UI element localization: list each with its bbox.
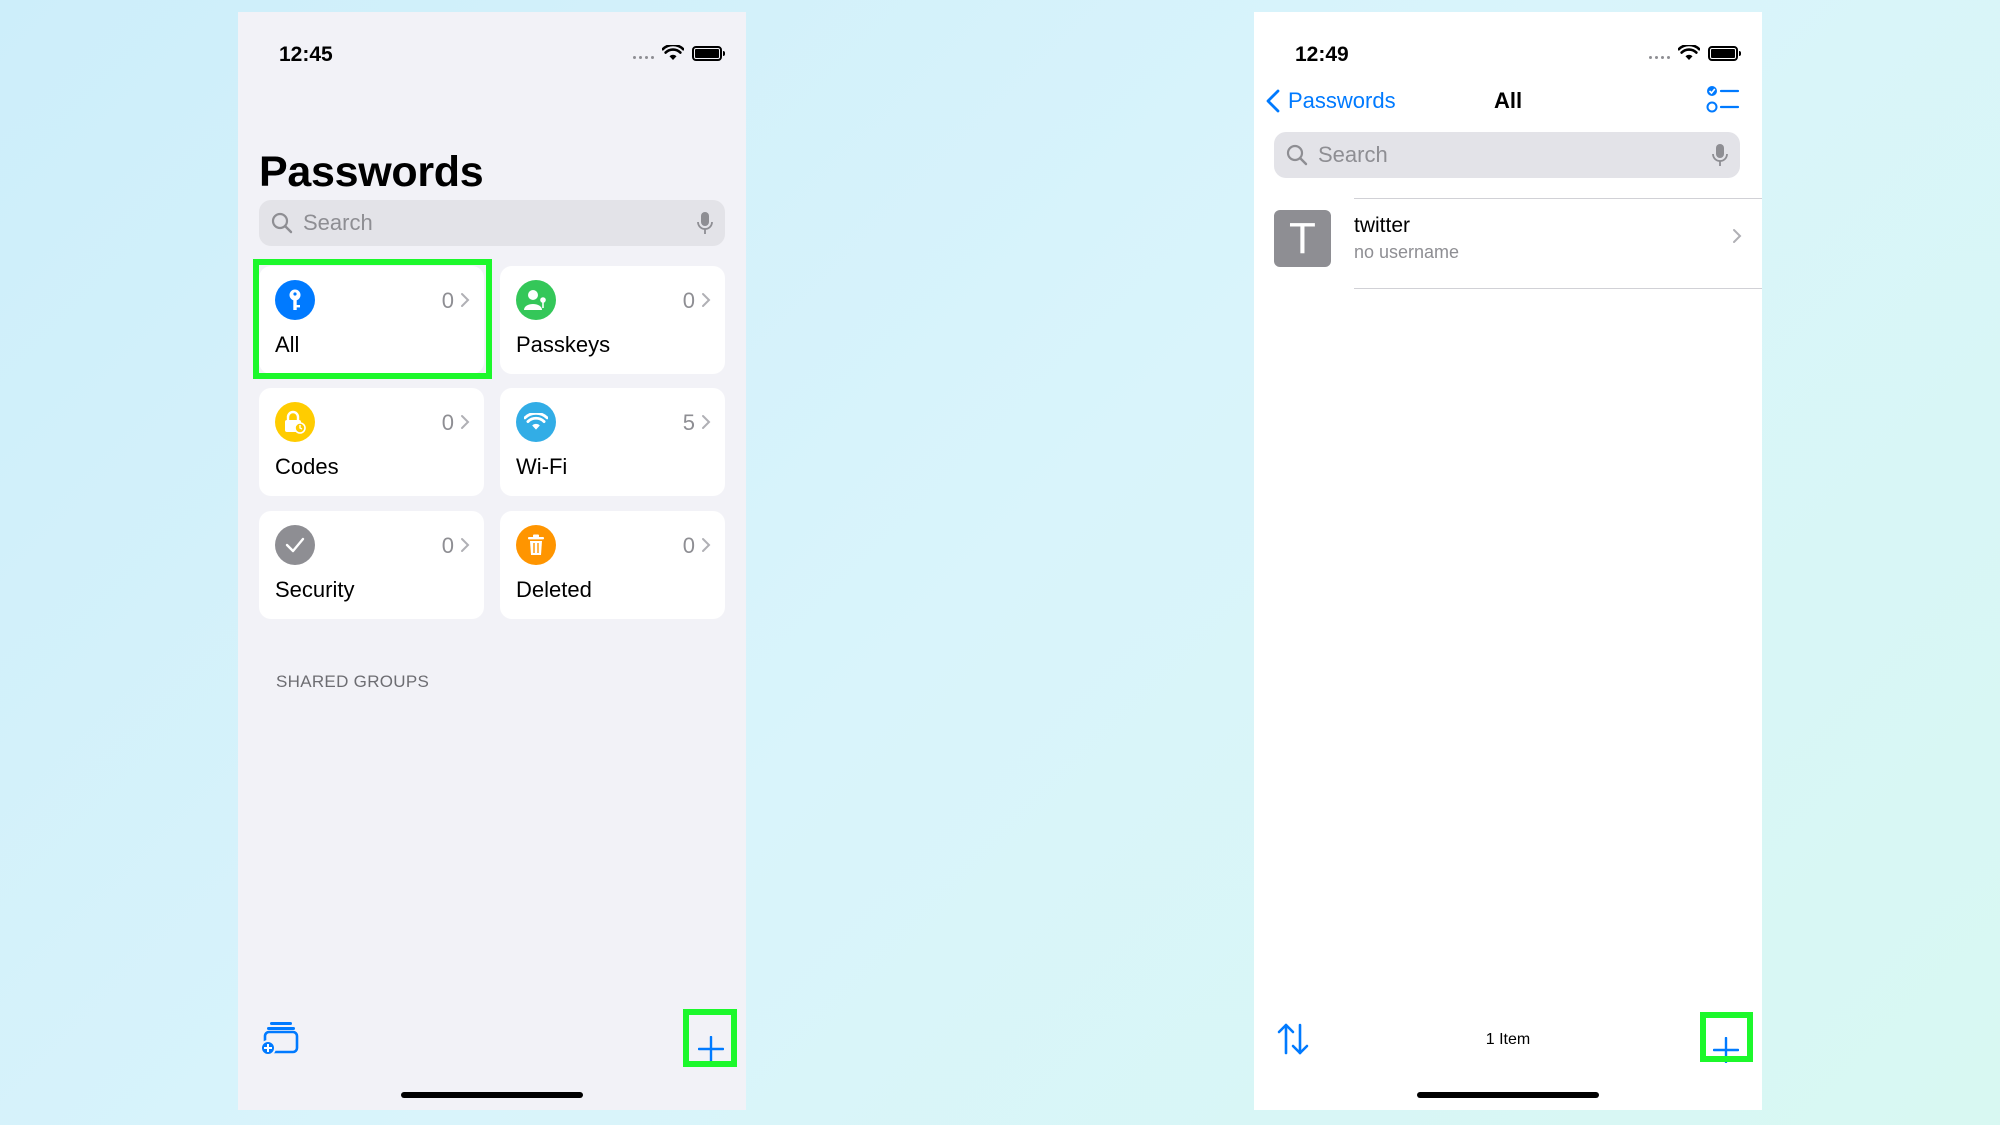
chevron-right-icon [702, 415, 711, 429]
search-icon [1286, 144, 1308, 166]
tile-label: All [275, 332, 300, 357]
tile-label: Passkeys [516, 332, 611, 357]
tile-label: Security [275, 577, 355, 602]
tile-all[interactable]: 0 All [259, 266, 484, 374]
tile-passkeys[interactable]: 0 Passkeys [500, 266, 725, 374]
status-time: 12:49 [1295, 43, 1349, 66]
person-key-icon [516, 280, 556, 320]
tile-count: 0 [441, 533, 454, 558]
search-placeholder: Search [1318, 142, 1388, 167]
tile-security[interactable]: 0 Security [259, 511, 484, 619]
list-divider [1354, 288, 1762, 289]
battery-icon [692, 45, 725, 61]
tile-label: Deleted [516, 577, 592, 602]
tile-codes[interactable]: 0 Codes [259, 388, 484, 496]
page-title: Passwords [259, 148, 484, 196]
tile-label: Codes [275, 454, 339, 479]
nav-title: All [1493, 88, 1523, 113]
tile-count: 0 [682, 288, 695, 313]
search-input[interactable]: Search [1274, 132, 1740, 178]
lock-code-icon [275, 402, 315, 442]
tile-count: 0 [441, 288, 454, 313]
tile-count: 5 [682, 410, 695, 435]
signal-dots-icon [633, 55, 654, 59]
microphone-icon[interactable] [697, 211, 713, 235]
wifi-status-icon [1678, 45, 1700, 60]
status-icons [633, 43, 725, 63]
search-icon [271, 212, 293, 234]
plus-icon[interactable] [1713, 1037, 1739, 1063]
section-header-shared-groups: SHARED GROUPS [276, 672, 430, 691]
microphone-icon[interactable] [1712, 143, 1728, 167]
home-indicator [1417, 1092, 1599, 1098]
list-item[interactable]: T twitter no username [1254, 198, 1762, 288]
chevron-right-icon [461, 538, 470, 552]
trash-icon [516, 525, 556, 565]
avatar: T [1274, 210, 1331, 267]
checklist-icon[interactable] [1706, 84, 1740, 116]
plus-icon[interactable] [698, 1036, 724, 1062]
chevron-right-icon [461, 415, 470, 429]
chevron-right-icon [1733, 229, 1742, 243]
item-subtitle: no username [1354, 242, 1460, 262]
tile-count: 0 [682, 533, 695, 558]
status-time: 12:45 [279, 43, 333, 66]
home-indicator [401, 1092, 583, 1098]
wifi-icon [516, 402, 556, 442]
status-icons [1649, 43, 1741, 63]
all-passwords-screen: 12:49 Passwords All Search T twitter no … [1254, 12, 1762, 1110]
tile-label: Wi-Fi [516, 454, 568, 479]
item-title: twitter [1354, 214, 1411, 237]
new-group-icon[interactable] [260, 1020, 300, 1056]
tile-deleted[interactable]: 0 Deleted [500, 511, 725, 619]
item-count-label: 1 Item [1485, 1031, 1531, 1048]
chevron-right-icon [702, 538, 711, 552]
search-placeholder: Search [303, 210, 373, 235]
chevron-right-icon [461, 293, 470, 307]
chevron-right-icon [702, 293, 711, 307]
wifi-status-icon [662, 45, 684, 60]
checkmark-icon [275, 525, 315, 565]
signal-dots-icon [1649, 55, 1670, 59]
battery-icon [1708, 45, 1741, 61]
tile-wifi[interactable]: 5 Wi-Fi [500, 388, 725, 496]
key-icon [275, 280, 315, 320]
tile-count: 0 [441, 410, 454, 435]
passwords-home-screen: 12:45 Passwords Search 0 All 0 Passkeys … [238, 12, 746, 1110]
search-input[interactable]: Search [259, 200, 725, 246]
